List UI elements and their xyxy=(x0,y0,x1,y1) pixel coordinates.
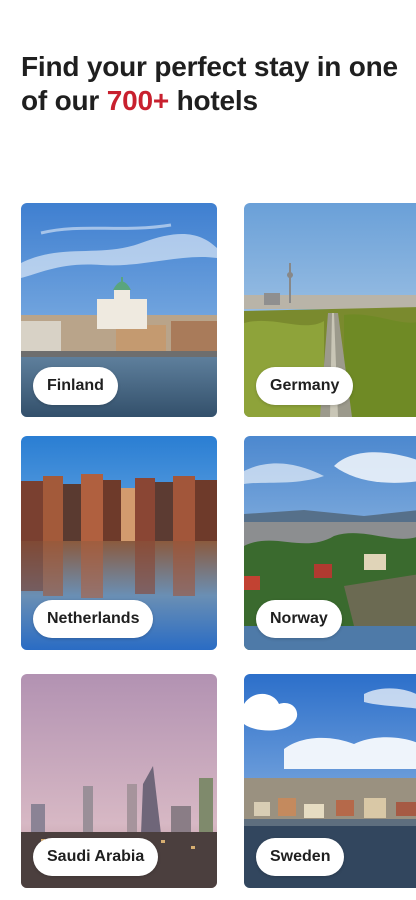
title-accent-count: 700+ xyxy=(106,85,169,116)
destination-card-norway[interactable]: Norway xyxy=(244,436,416,650)
destination-label: Saudi Arabia xyxy=(33,838,159,876)
destination-label: Norway xyxy=(256,600,342,638)
destination-label: Germany xyxy=(256,367,354,405)
title-suffix: hotels xyxy=(168,85,258,116)
page-title: Find your perfect stay in one of our 700… xyxy=(21,50,401,118)
destination-label: Sweden xyxy=(256,838,345,876)
destination-card-finland[interactable]: Finland xyxy=(21,203,217,417)
destination-card-germany[interactable]: Germany xyxy=(244,203,416,417)
destination-card-sweden[interactable]: Sweden xyxy=(244,674,416,888)
destination-label: Finland xyxy=(33,367,118,405)
destination-card-saudi-arabia[interactable]: Saudi Arabia xyxy=(21,674,217,888)
destination-card-netherlands[interactable]: Netherlands xyxy=(21,436,217,650)
destination-label: Netherlands xyxy=(33,600,154,638)
hotels-screen: Find your perfect stay in one of our 700… xyxy=(0,0,416,900)
